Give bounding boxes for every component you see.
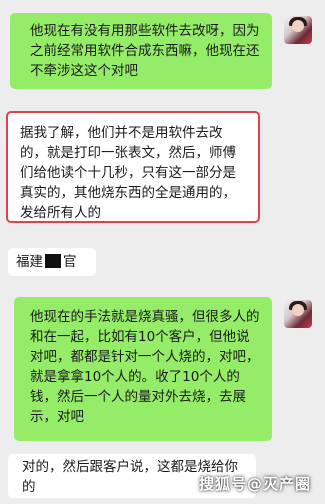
avatar-face: [292, 20, 304, 32]
message-text: 他现在的手法就是烧真骚，但很多人的和在一起，比如有10个客户，但他说对吧，都都是…: [30, 309, 260, 425]
contact-avatar[interactable]: [284, 16, 312, 44]
redaction-block: [45, 254, 61, 268]
watermark-text: 搜狐号@灭产圈: [198, 475, 311, 493]
message-text-suffix: 官: [63, 254, 77, 270]
message-bubble-incoming[interactable]: 福建 官: [8, 248, 96, 276]
message-bubble-outgoing[interactable]: 他现在有没有用那些软件去改呀，因为之前经常用软件合成东西嘛，他现在还不牵涉这这个…: [10, 13, 272, 89]
message-bubble-outgoing[interactable]: 他现在的手法就是烧真骚，但很多人的和在一起，比如有10个客户，但他说对吧，都都是…: [14, 297, 272, 441]
contact-avatar[interactable]: [284, 300, 312, 328]
avatar-face: [292, 304, 304, 316]
message-text: 他现在有没有用那些软件去改呀，因为之前经常用软件合成东西嘛，他现在还不牵涉这这个…: [30, 23, 260, 79]
message-bubble-incoming-highlighted[interactable]: 据我了解，他们并不是用软件去改的，就是打印一张表文，然后，师傅们给他读个十几秒，…: [6, 111, 260, 223]
message-text: 福建: [16, 254, 43, 270]
message-text: 据我了解，他们并不是用软件去改的，就是打印一张表文，然后，师傅们给他读个十几秒，…: [20, 125, 236, 221]
